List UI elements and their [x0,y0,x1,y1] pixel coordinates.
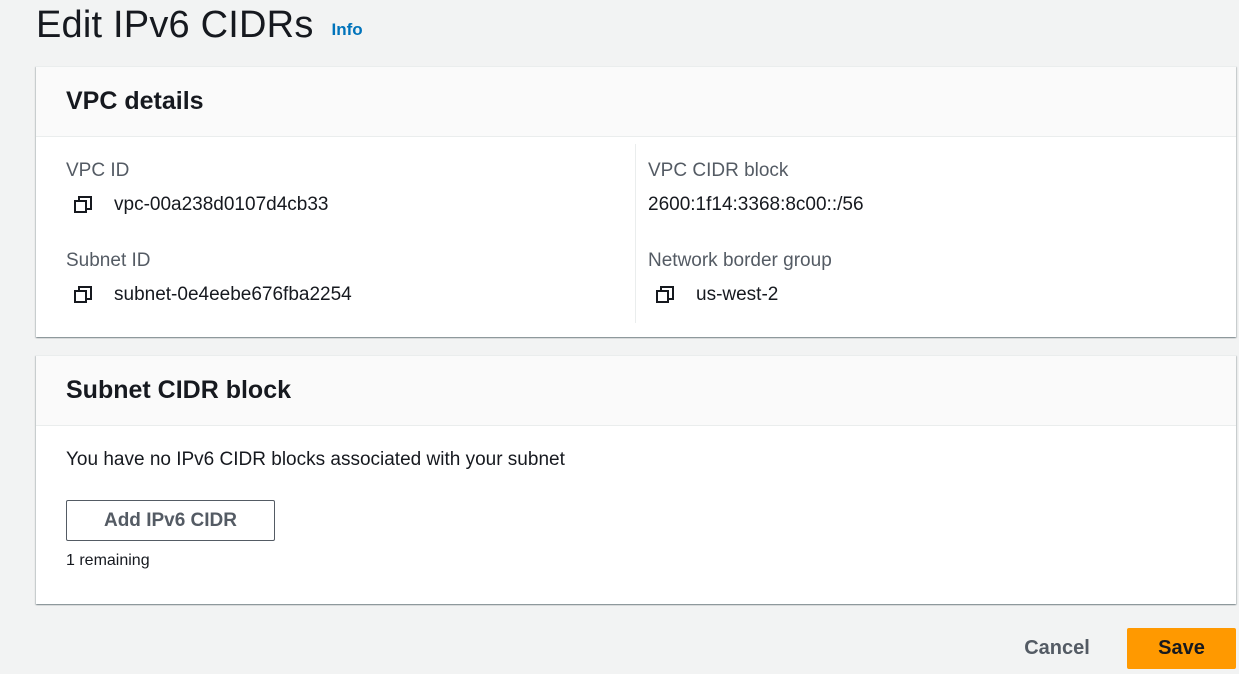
form-actions: Cancel Save [1017,628,1236,669]
vpc-details-header: VPC details [36,67,1236,137]
vpc-id-label: VPC ID [66,160,130,181]
vpc-cidr-block-field: VPC CIDR block 2600:1f14:3368:8c00::/56 [648,159,864,217]
add-ipv6-cidr-button[interactable]: Add IPv6 CIDR [66,500,275,541]
vpc-id-value: vpc-00a238d0107d4cb33 [114,194,329,215]
vpc-id-field: VPC ID vpc-00a238d0107d4cb33 [66,159,328,217]
vpc-details-left-column: VPC ID vpc-00a238d0107d4cb33 Subnet ID s… [66,137,634,323]
vpc-cidr-block-value: 2600:1f14:3368:8c00::/56 [648,194,864,215]
network-border-group-field: Network border group us-west-2 [648,249,832,307]
page-header: Edit IPv6 CIDRs Info [36,0,363,50]
vpc-details-body: VPC ID vpc-00a238d0107d4cb33 Subnet ID s… [36,137,1236,336]
subnet-cidr-block-panel: Subnet CIDR block You have no IPv6 CIDR … [36,355,1236,604]
vpc-details-panel: VPC details VPC ID vpc-00a238d0107d4cb33… [36,66,1236,337]
empty-message: You have no IPv6 CIDR blocks associated … [66,449,565,470]
remaining-count: 1 remaining [66,552,150,569]
subnet-cidr-block-body: You have no IPv6 CIDR blocks associated … [36,426,1236,570]
page-title: Edit IPv6 CIDRs [36,4,314,46]
vpc-cidr-block-label: VPC CIDR block [648,160,789,181]
network-border-group-value: us-west-2 [696,284,779,305]
column-divider [635,144,636,323]
subnet-id-value-row: subnet-0e4eebe676fba2254 [66,283,352,307]
info-link[interactable]: Info [332,20,363,40]
subnet-id-label: Subnet ID [66,250,151,271]
save-button[interactable]: Save [1127,628,1236,669]
vpc-id-value-row: vpc-00a238d0107d4cb33 [66,193,328,217]
network-border-group-value-row: us-west-2 [648,283,832,307]
subnet-cidr-block-title: Subnet CIDR block [66,376,292,404]
vpc-details-title: VPC details [66,87,204,115]
vpc-details-right-column: VPC CIDR block 2600:1f14:3368:8c00::/56 … [648,137,1208,323]
subnet-cidr-block-header: Subnet CIDR block [36,356,1236,426]
copy-icon[interactable] [72,284,94,306]
subnet-id-value: subnet-0e4eebe676fba2254 [114,284,352,305]
subnet-id-field: Subnet ID subnet-0e4eebe676fba2254 [66,249,352,307]
cancel-button[interactable]: Cancel [1017,628,1097,669]
network-border-group-label: Network border group [648,250,832,271]
copy-icon[interactable] [654,284,676,306]
copy-icon[interactable] [72,194,94,216]
